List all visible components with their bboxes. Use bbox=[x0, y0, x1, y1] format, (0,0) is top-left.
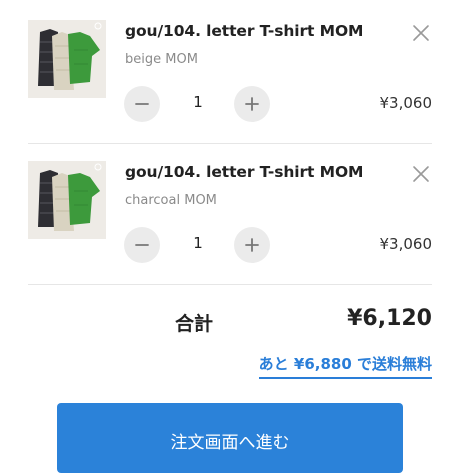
item-price: ¥3,060 bbox=[379, 94, 433, 112]
product-thumbnail-image bbox=[28, 20, 106, 98]
cart-item: gou/104. letter T-shirt MOM charcoal MOM… bbox=[28, 161, 432, 285]
checkout-button[interactable]: 注文画面へ進む bbox=[57, 403, 403, 473]
product-title[interactable]: gou/104. letter T-shirt MOM bbox=[125, 22, 363, 40]
quantity-value: 1 bbox=[193, 93, 203, 111]
item-price: ¥3,060 bbox=[379, 235, 433, 253]
total-amount: ¥6,120 bbox=[347, 306, 432, 331]
close-icon bbox=[413, 25, 429, 41]
product-thumbnail[interactable] bbox=[28, 20, 106, 98]
total-label: 合計 bbox=[175, 313, 214, 335]
quantity-decrease-button[interactable] bbox=[124, 86, 160, 122]
remove-item-button[interactable] bbox=[412, 24, 430, 42]
plus-icon bbox=[245, 238, 259, 252]
quantity-value: 1 bbox=[193, 234, 203, 252]
quantity-decrease-button[interactable] bbox=[124, 227, 160, 263]
minus-icon bbox=[135, 244, 149, 246]
minus-icon bbox=[135, 103, 149, 105]
plus-icon bbox=[245, 97, 259, 111]
product-title[interactable]: gou/104. letter T-shirt MOM bbox=[125, 163, 363, 181]
product-variant: beige MOM bbox=[125, 52, 198, 67]
quantity-increase-button[interactable] bbox=[234, 227, 270, 263]
divider bbox=[28, 143, 432, 144]
product-variant: charcoal MOM bbox=[125, 193, 217, 208]
remove-item-button[interactable] bbox=[412, 165, 430, 183]
cart-item: gou/104. letter T-shirt MOM beige MOM 1 … bbox=[28, 20, 432, 144]
product-thumbnail[interactable] bbox=[28, 161, 106, 239]
free-shipping-link[interactable]: あと ¥6,880 で送料無料 bbox=[258, 353, 432, 379]
quantity-increase-button[interactable] bbox=[234, 86, 270, 122]
close-icon bbox=[413, 166, 429, 182]
divider bbox=[28, 284, 432, 285]
checkout-button-label: 注文画面へ進む bbox=[170, 433, 290, 453]
product-thumbnail-image bbox=[28, 161, 106, 239]
